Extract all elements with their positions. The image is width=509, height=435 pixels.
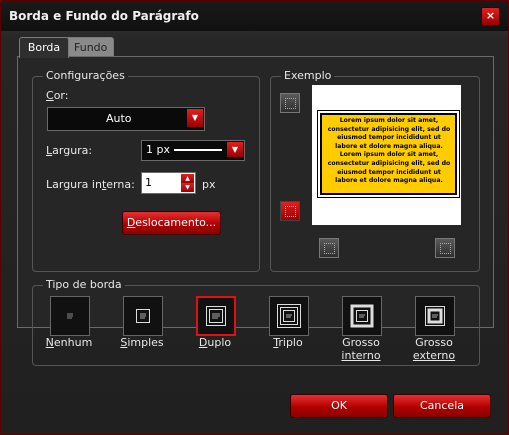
border-double-icon xyxy=(206,306,226,326)
spin-up-icon[interactable]: ▲ xyxy=(181,174,194,183)
border-left-icon xyxy=(324,243,335,254)
cancel-button[interactable]: Cancela xyxy=(393,394,491,418)
border-thick-inner-label-line2: interno xyxy=(341,349,381,362)
border-top-button[interactable] xyxy=(280,93,300,113)
border-none-button[interactable] xyxy=(50,296,90,336)
border-triple-button[interactable] xyxy=(269,296,309,336)
ok-button[interactable]: OK xyxy=(290,394,388,418)
border-none-icon xyxy=(67,313,73,319)
chevron-down-icon[interactable]: ▼ xyxy=(187,109,203,127)
example-group-label: Exemplo xyxy=(281,69,335,82)
border-thick-inner-icon xyxy=(350,304,374,328)
settings-group-label: Configurações xyxy=(43,69,128,82)
inner-width-value: 1 xyxy=(145,176,152,189)
preview-text: Lorem ipsum dolor sit amet, consectetur … xyxy=(327,117,451,185)
border-single-button[interactable] xyxy=(123,296,163,336)
tab-fundo[interactable]: Fundo xyxy=(65,37,114,57)
border-thick-inner-label: Grosso interno xyxy=(331,336,391,362)
border-none-label: Nenhum xyxy=(45,336,93,349)
inner-width-stepper[interactable]: 1 ▲ ▼ xyxy=(141,172,196,194)
border-triple-label: Triplo xyxy=(273,336,303,349)
width-label: Largura: xyxy=(46,144,93,157)
close-icon[interactable]: × xyxy=(481,7,500,26)
border-bottom-icon xyxy=(285,206,296,217)
inner-width-label: Largura interna: xyxy=(46,178,135,191)
tab-borda[interactable]: Borda xyxy=(19,37,69,58)
chevron-down-icon[interactable]: ▼ xyxy=(227,142,243,157)
border-double-label: Duplo xyxy=(198,336,232,349)
border-right-icon xyxy=(440,243,451,254)
border-left-button[interactable] xyxy=(319,238,339,258)
border-thick-outer-label-line2: externo xyxy=(412,349,456,362)
spin-down-icon[interactable]: ▼ xyxy=(181,183,194,192)
border-double-button[interactable] xyxy=(196,296,236,336)
offset-button[interactable]: Deslocamento... xyxy=(122,211,221,235)
border-thick-outer-label-line1: Grosso xyxy=(415,336,453,349)
width-select[interactable]: 1 px ▼ xyxy=(141,140,245,161)
border-thick-outer-button[interactable] xyxy=(415,296,455,336)
preview-paragraph-box: Lorem ipsum dolor sit amet, consectetur … xyxy=(317,110,460,198)
border-triple-icon xyxy=(277,304,301,328)
color-select[interactable]: Auto ▼ xyxy=(47,107,205,131)
border-thick-inner-button[interactable] xyxy=(342,296,382,336)
title-bar: Borda e Fundo do Parágrafo × xyxy=(1,1,508,31)
border-single-label: Simples xyxy=(120,336,164,349)
border-thick-outer-label: Grosso externo xyxy=(404,336,464,362)
border-bottom-button[interactable] xyxy=(280,201,300,221)
window-title: Borda e Fundo do Parágrafo xyxy=(9,9,199,23)
color-label: Cor: xyxy=(46,89,69,102)
preview-area: Lorem ipsum dolor sit amet, consectetur … xyxy=(312,85,461,225)
border-thick-outer-icon xyxy=(425,306,445,326)
border-thick-inner-label-line1: Grosso xyxy=(342,336,380,349)
border-right-button[interactable] xyxy=(435,238,455,258)
inner-width-unit: px xyxy=(202,178,216,191)
border-single-icon xyxy=(136,309,150,323)
width-select-value: 1 px xyxy=(146,143,170,156)
color-select-value: Auto xyxy=(106,112,132,125)
border-top-icon xyxy=(285,98,296,109)
line-preview-icon xyxy=(174,149,222,151)
border-type-group-label: Tipo de borda xyxy=(43,278,125,291)
dialog-window: Borda e Fundo do Parágrafo × Borda Fundo… xyxy=(0,0,509,435)
